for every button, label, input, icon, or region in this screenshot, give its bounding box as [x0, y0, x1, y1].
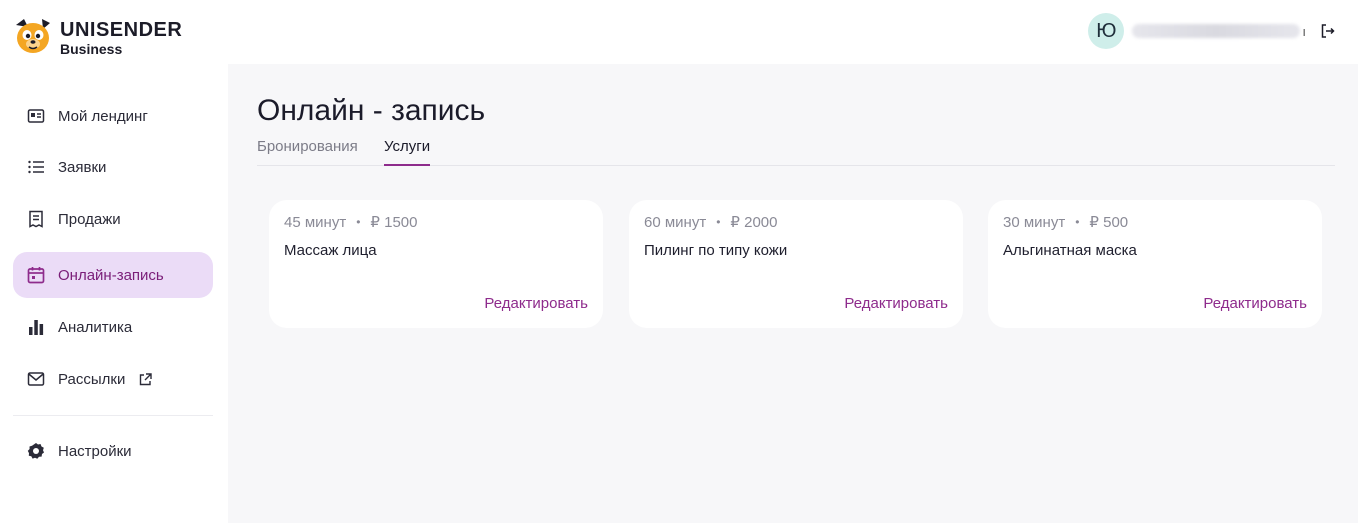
service-card: 60 минут • ₽ 2000 Пилинг по типу кожи Ре…	[629, 200, 963, 328]
logout-icon	[1321, 24, 1335, 38]
main-content: Онлайн - запись Бронирования Услуги 45 м…	[228, 64, 1358, 523]
user-email-tail: ı	[1302, 23, 1306, 39]
mail-icon	[27, 370, 45, 388]
sidebar-item-label: Онлайн-запись	[58, 266, 164, 284]
page-title: Онлайн - запись	[257, 94, 486, 127]
service-duration: 60 минут	[644, 213, 707, 231]
list-icon	[27, 158, 45, 176]
service-name: Массаж лица	[284, 242, 377, 259]
user-menu: Ю ı	[1088, 13, 1336, 49]
edit-service-link[interactable]: Редактировать	[1203, 295, 1307, 312]
separator-dot: •	[716, 215, 721, 229]
dog-logo-icon	[16, 19, 50, 53]
sidebar-item-online-booking[interactable]: Онлайн-запись	[13, 252, 213, 298]
separator-dot: •	[356, 215, 361, 229]
tab-bar: Бронирования Услуги	[257, 138, 1335, 166]
sidebar-item-label: Заявки	[58, 158, 107, 176]
service-duration: 45 минут	[284, 213, 347, 231]
service-duration: 30 минут	[1003, 213, 1066, 231]
sidebar: Мой лендинг Заявки Продажи Онлайн-запись	[0, 64, 228, 523]
service-meta: 45 минут • ₽ 1500	[284, 213, 418, 232]
service-name: Пилинг по типу кожи	[644, 242, 788, 259]
logout-button[interactable]	[1320, 23, 1336, 39]
sidebar-item-requests[interactable]: Заявки	[13, 144, 213, 190]
sidebar-item-label: Продажи	[58, 210, 121, 228]
edit-service-link[interactable]: Редактировать	[484, 295, 588, 312]
service-price: ₽ 1500	[370, 214, 418, 231]
sidebar-item-sales[interactable]: Продажи	[13, 196, 213, 242]
sidebar-item-label: Рассылки	[58, 370, 126, 388]
bar-chart-icon	[27, 318, 45, 336]
separator-dot: •	[1075, 215, 1080, 229]
service-card: 45 минут • ₽ 1500 Массаж лица Редактиров…	[269, 200, 603, 328]
tab-services[interactable]: Услуги	[384, 138, 431, 166]
sidebar-item-settings[interactable]: Настройки	[13, 428, 213, 474]
sidebar-item-mailings[interactable]: Рассылки	[13, 356, 213, 402]
external-link-icon	[139, 372, 153, 386]
gear-icon	[27, 442, 45, 460]
edit-service-link[interactable]: Редактировать	[844, 295, 948, 312]
sidebar-item-label: Настройки	[58, 442, 132, 460]
service-name: Альгинатная маска	[1003, 242, 1137, 259]
tab-bookings[interactable]: Бронирования	[257, 138, 358, 166]
landing-icon	[27, 107, 45, 125]
brand-subtitle: Business	[60, 41, 123, 57]
sidebar-item-analytics[interactable]: Аналитика	[13, 304, 213, 350]
receipt-icon	[27, 210, 45, 228]
sidebar-item-label: Аналитика	[58, 318, 133, 336]
sidebar-item-label: Мой лендинг	[58, 107, 148, 125]
app: UNISENDER Business Ю ı Мой лендинг Заявк…	[0, 0, 1358, 523]
user-email-blurred	[1132, 24, 1301, 38]
top-bar: UNISENDER Business Ю ı	[0, 0, 1358, 64]
sidebar-divider	[13, 415, 213, 416]
service-meta: 60 минут • ₽ 2000	[644, 213, 778, 232]
calendar-icon	[27, 266, 45, 284]
service-card: 30 минут • ₽ 500 Альгинатная маска Редак…	[988, 200, 1322, 328]
sidebar-item-landing[interactable]: Мой лендинг	[13, 93, 213, 139]
service-price: ₽ 500	[1089, 214, 1129, 231]
service-price: ₽ 2000	[730, 214, 778, 231]
service-meta: 30 минут • ₽ 500	[1003, 213, 1129, 232]
brand-name: UNISENDER	[60, 19, 183, 41]
logo[interactable]: UNISENDER Business	[12, 17, 182, 57]
avatar[interactable]: Ю	[1088, 13, 1125, 49]
